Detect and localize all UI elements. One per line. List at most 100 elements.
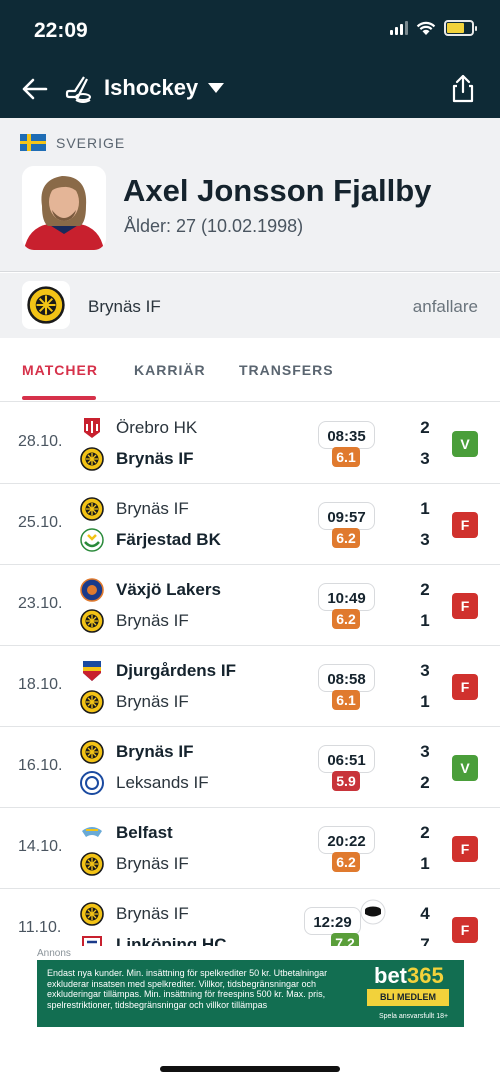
tab-bar: MATCHER KARRIÄR TRANSFERS bbox=[0, 338, 500, 402]
result-badge: F bbox=[452, 917, 478, 943]
match-time-played: 09:57 bbox=[318, 502, 375, 530]
result-badge: F bbox=[452, 674, 478, 700]
player-age: Ålder: 27 (10.02.1998) bbox=[124, 216, 304, 236]
vaxjo-logo bbox=[80, 578, 104, 602]
home-team: Djurgårdens IF bbox=[116, 661, 236, 680]
match-time-played: 12:29 bbox=[304, 907, 361, 935]
sport-title[interactable]: Ishockey bbox=[104, 75, 198, 101]
ad-area: Annons Endast nya kunder. Min. insättnin… bbox=[0, 946, 500, 1083]
home-team: Örebro HK bbox=[116, 418, 198, 437]
nav-bar: Ishockey bbox=[0, 66, 500, 112]
brynas-logo bbox=[27, 286, 65, 324]
brynas-logo bbox=[80, 447, 104, 471]
away-team: Brynäs IF bbox=[116, 854, 189, 873]
player-rating: 6.1 bbox=[332, 447, 360, 467]
home-team: Brynäs IF bbox=[116, 499, 189, 518]
status-icons bbox=[390, 20, 477, 36]
match-time-played: 06:51 bbox=[318, 745, 375, 773]
match-date: 25.10. bbox=[18, 514, 63, 531]
player-photo bbox=[22, 166, 106, 250]
home-indicator bbox=[160, 1066, 340, 1072]
puck-icon bbox=[360, 899, 386, 925]
farjestad-logo bbox=[80, 528, 104, 552]
battery-icon bbox=[444, 20, 477, 36]
home-team: Belfast bbox=[116, 823, 173, 842]
match-row[interactable]: 11.10. Brynäs IF Linköping HC 12:29 7.2 … bbox=[0, 889, 500, 946]
leksand-logo bbox=[80, 771, 104, 795]
home-score: 4 bbox=[420, 904, 430, 923]
belfast-logo bbox=[82, 827, 102, 837]
match-date: 28.10. bbox=[18, 433, 63, 450]
result-badge: V bbox=[452, 755, 478, 781]
home-score: 2 bbox=[420, 823, 430, 842]
linkoping-logo bbox=[82, 936, 102, 946]
brynas-logo bbox=[80, 902, 104, 926]
player-rating: 6.2 bbox=[332, 852, 360, 872]
top-bar: 22:09 Ishockey bbox=[0, 0, 500, 118]
status-time: 22:09 bbox=[34, 19, 88, 42]
djurgarden-logo bbox=[83, 661, 101, 681]
match-date: 23.10. bbox=[18, 595, 63, 612]
match-date: 14.10. bbox=[18, 838, 63, 855]
player-country: SVERIGE bbox=[56, 135, 126, 151]
brynas-logo bbox=[80, 497, 104, 521]
back-arrow-icon[interactable] bbox=[18, 72, 52, 106]
match-row[interactable]: 23.10. Växjö Lakers Brynäs IF 10:49 6.2 … bbox=[0, 565, 500, 646]
ad-cta-button[interactable]: BLI MEDLEM bbox=[367, 989, 449, 1006]
away-team: Brynäs IF bbox=[116, 692, 189, 711]
team-row[interactable]: Brynäs IF anfallare bbox=[0, 273, 500, 338]
home-score: 2 bbox=[420, 418, 430, 437]
away-team: Färjestad BK bbox=[116, 530, 221, 549]
brynas-logo bbox=[80, 740, 104, 764]
home-team: Brynäs IF bbox=[116, 742, 194, 761]
home-team: Växjö Lakers bbox=[116, 580, 221, 599]
hockey-stick-icon bbox=[65, 76, 91, 103]
match-row[interactable]: 28.10. Örebro HK Brynäs IF 08:35 6.1 2 3… bbox=[0, 403, 500, 484]
avatar bbox=[22, 166, 106, 250]
match-row[interactable]: 14.10. Belfast Brynäs IF 20:22 6.2 2 1 F bbox=[0, 808, 500, 889]
match-date: 16.10. bbox=[18, 757, 63, 774]
player-rating: 6.2 bbox=[332, 609, 360, 629]
away-score: 1 bbox=[420, 611, 430, 630]
away-team: Leksands IF bbox=[116, 773, 209, 792]
team-logo bbox=[22, 281, 70, 329]
player-position: anfallare bbox=[412, 297, 478, 316]
match-row[interactable]: 18.10. Djurgårdens IF Brynäs IF 08:58 6.… bbox=[0, 646, 500, 727]
brynas-logo bbox=[80, 852, 104, 876]
ad-brand-b: 365 bbox=[407, 963, 444, 988]
chevron-down-icon[interactable] bbox=[208, 83, 224, 93]
ad-disclaimer: Endast nya kunder. Min. insättning för s… bbox=[47, 968, 328, 1010]
wifi-icon bbox=[416, 21, 436, 35]
result-badge: F bbox=[452, 836, 478, 862]
away-team: Brynäs IF bbox=[116, 611, 189, 630]
away-score: 2 bbox=[420, 773, 430, 792]
away-score: 3 bbox=[420, 530, 430, 549]
match-time-played: 20:22 bbox=[318, 826, 375, 854]
match-row[interactable]: 16.10. Brynäs IF Leksands IF 06:51 5.9 3… bbox=[0, 727, 500, 808]
match-date: 18.10. bbox=[18, 676, 63, 693]
player-rating: 6.2 bbox=[332, 528, 360, 548]
match-row[interactable]: 25.10. Brynäs IF Färjestad BK 09:57 6.2 … bbox=[0, 484, 500, 565]
tab-transfers[interactable]: TRANSFERS bbox=[239, 362, 334, 378]
away-score: 3 bbox=[420, 449, 430, 468]
share-icon[interactable] bbox=[446, 72, 480, 106]
result-badge: F bbox=[452, 593, 478, 619]
match-date: 11.10. bbox=[18, 919, 62, 936]
away-score: 7 bbox=[420, 935, 430, 946]
player-header: SVERIGE Axel Jonsson Fjallby Ålder: 27 (… bbox=[0, 118, 500, 272]
away-score: 1 bbox=[420, 692, 430, 711]
match-time-played: 08:58 bbox=[318, 664, 375, 692]
ad-banner[interactable]: Endast nya kunder. Min. insättning för s… bbox=[37, 960, 464, 1027]
signal-icon bbox=[390, 21, 408, 35]
team-name: Brynäs IF bbox=[88, 297, 161, 316]
away-team: Brynäs IF bbox=[116, 449, 194, 468]
match-list: 28.10. Örebro HK Brynäs IF 08:35 6.1 2 3… bbox=[0, 403, 500, 946]
ad-label: Annons bbox=[37, 948, 71, 959]
home-score: 2 bbox=[420, 580, 430, 599]
brynas-logo bbox=[80, 609, 104, 633]
tab-karriar[interactable]: KARRIÄR bbox=[134, 362, 206, 378]
player-rating: 7.2 bbox=[331, 933, 359, 946]
home-score: 1 bbox=[420, 499, 430, 518]
brynas-logo bbox=[80, 690, 104, 714]
tab-matcher[interactable]: MATCHER bbox=[22, 362, 98, 378]
